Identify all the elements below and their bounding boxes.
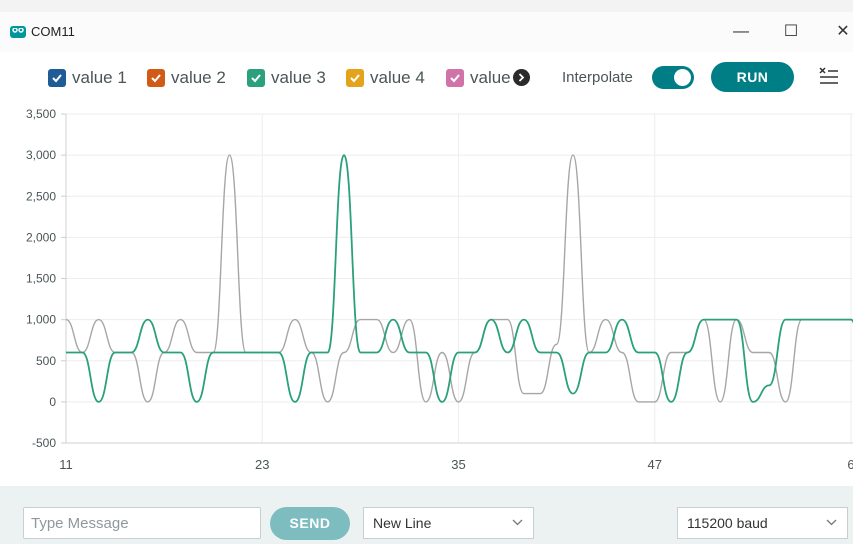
series-label: value 4 [370, 68, 425, 87]
y-tick-label: 3,500 [26, 107, 56, 121]
minimize-button[interactable]: — [721, 18, 761, 46]
x-tick-label: 47 [648, 457, 662, 472]
send-button[interactable]: SEND [270, 507, 350, 540]
series-label: value 2 [171, 68, 226, 87]
interpolate-toggle[interactable] [652, 66, 694, 89]
chevron-down-icon [826, 519, 837, 526]
clear-list-icon[interactable] [818, 66, 840, 91]
series-label: value 3 [271, 68, 326, 87]
checkbox-checked-icon[interactable] [48, 69, 66, 87]
line-ending-select[interactable]: New Line [363, 507, 534, 539]
serial-plot-chart: 3,500 3,000 2,500 2,000 1,500 1,000 500 0 -50011… [26, 107, 853, 472]
x-tick-label: 6 [847, 457, 853, 472]
interpolate-label: Interpolate [562, 69, 633, 86]
baud-rate-select[interactable]: 115200 baud [677, 507, 848, 539]
message-input[interactable] [23, 507, 261, 539]
x-tick-label: 11 [59, 457, 73, 472]
y-tick-label: 500 [36, 354, 56, 368]
y-tick-label: 1,000 [26, 313, 56, 327]
checkbox-checked-icon[interactable] [247, 69, 265, 87]
window-title: COM11 [31, 24, 75, 39]
chevron-right-icon[interactable] [513, 69, 530, 86]
x-tick-label: 35 [451, 457, 465, 472]
close-button[interactable]: ✕ [823, 18, 853, 46]
chevron-down-icon [512, 519, 523, 526]
y-tick-label: 3,000 [26, 148, 56, 162]
y-tick-label: 0 [49, 395, 56, 409]
maximize-button[interactable]: ☐ [771, 18, 811, 46]
y-tick-label: 1,500 [26, 272, 56, 286]
baud-rate-value: 115200 baud [687, 515, 768, 531]
x-tick-label: 23 [255, 457, 269, 472]
series-label: value [470, 68, 511, 87]
run-button[interactable]: RUN [711, 62, 794, 92]
checkbox-checked-icon[interactable] [147, 69, 165, 87]
arduino-icon [10, 26, 26, 38]
y-tick-label: -500 [32, 436, 56, 450]
y-tick-label: 2,000 [26, 230, 56, 244]
toggle-knob [674, 69, 691, 86]
series-label: value 1 [72, 68, 127, 87]
line-ending-value: New Line [373, 515, 432, 531]
checkbox-checked-icon[interactable] [446, 69, 464, 87]
checkbox-checked-icon[interactable] [346, 69, 364, 87]
y-tick-label: 2,500 [26, 189, 56, 203]
